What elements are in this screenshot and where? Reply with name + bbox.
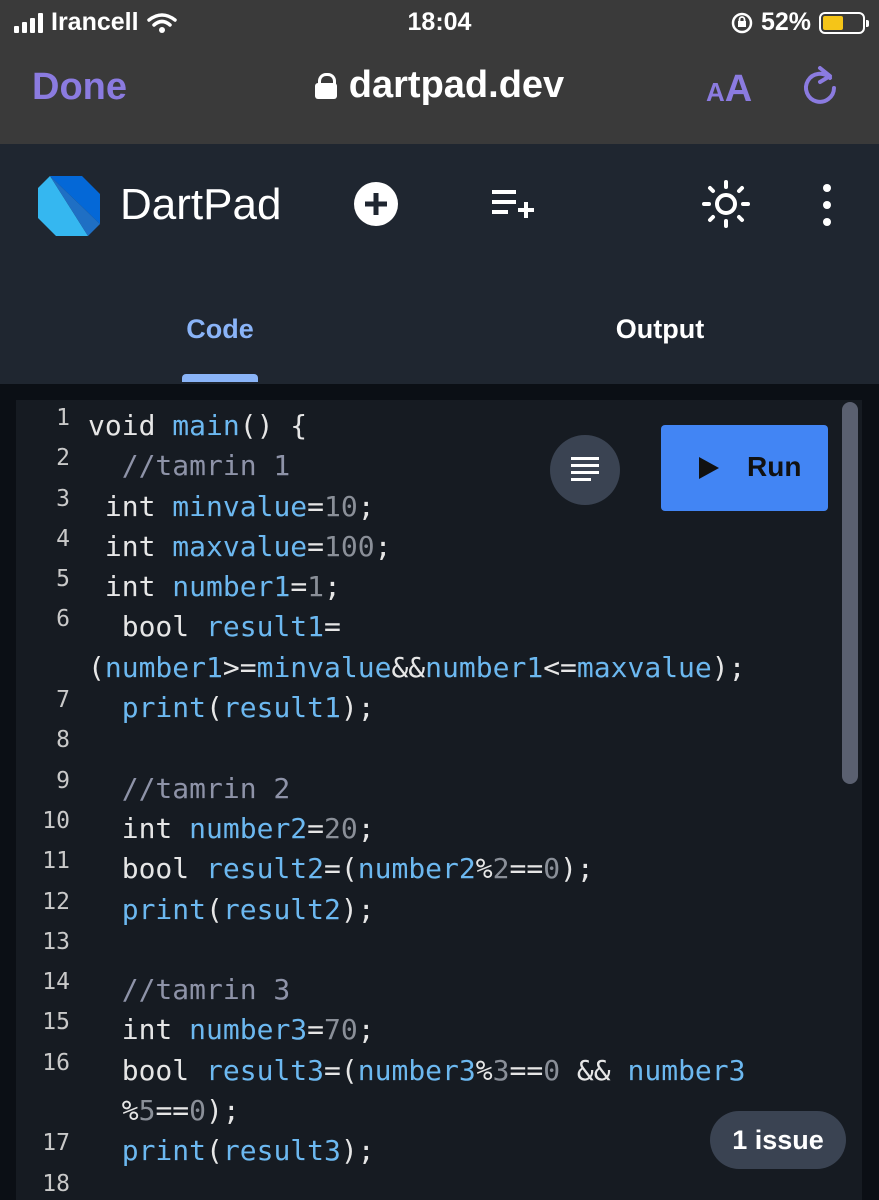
app-header: DartPad Code Output bbox=[0, 144, 879, 384]
code-line[interactable]: 18 bbox=[16, 1171, 862, 1200]
line-number: 18 bbox=[42, 1170, 70, 1197]
code-text: print(result2); bbox=[121, 892, 375, 926]
line-number: 11 bbox=[42, 848, 70, 875]
code-line[interactable]: 15 int number3=70; bbox=[16, 1009, 862, 1050]
text-size-button[interactable]: AA bbox=[706, 68, 752, 111]
code-line[interactable]: 10 int number2=20; bbox=[16, 808, 862, 849]
dart-logo-icon bbox=[38, 176, 100, 236]
issues-badge[interactable]: 1 issue bbox=[710, 1111, 846, 1169]
code-line[interactable]: 6 bool result1= bbox=[16, 606, 862, 647]
new-pad-icon[interactable] bbox=[354, 182, 398, 226]
url-text: dartpad.dev bbox=[348, 64, 565, 106]
line-number: 4 bbox=[56, 525, 70, 552]
reload-icon[interactable] bbox=[800, 64, 840, 108]
line-number: 16 bbox=[42, 1049, 70, 1076]
code-text: print(result1); bbox=[121, 691, 375, 725]
line-number: 17 bbox=[42, 1130, 70, 1157]
tab-output[interactable]: Output bbox=[440, 314, 879, 345]
code-line[interactable]: 11 bool result2=(number2%2==0); bbox=[16, 848, 862, 889]
code-line[interactable]: 12 print(result2); bbox=[16, 889, 862, 930]
carrier-name: Irancell bbox=[51, 8, 139, 36]
code-line[interactable]: 16 bool result3=(number3%3==0 && number3 bbox=[16, 1050, 862, 1091]
wifi-icon bbox=[146, 12, 177, 33]
editor-scrollbar[interactable] bbox=[842, 402, 858, 784]
line-number: 5 bbox=[56, 566, 70, 593]
code-text: (number1>=minvalue&&number1<=maxvalue); bbox=[88, 650, 746, 684]
tab-code[interactable]: Code bbox=[0, 314, 440, 345]
line-number: 1 bbox=[56, 405, 70, 431]
code-line[interactable]: 8 bbox=[16, 727, 862, 768]
code-line[interactable]: (number1>=minvalue&&number1<=maxvalue); bbox=[16, 648, 862, 688]
play-icon bbox=[699, 457, 719, 479]
lock-icon bbox=[314, 72, 337, 99]
code-lines[interactable]: 1 void main() { 2 //tamrin 1 3 int minvalue… bbox=[16, 405, 862, 1200]
line-number: 10 bbox=[42, 807, 70, 834]
code-line[interactable]: 5 int number1=1; bbox=[16, 566, 862, 607]
line-number: 3 bbox=[56, 485, 70, 512]
code-text: bool result2=(number2%2==0); bbox=[121, 852, 594, 886]
code-text: int number2=20; bbox=[121, 811, 375, 845]
code-text: bool result1= bbox=[121, 610, 341, 644]
code-line[interactable]: 7 print(result1); bbox=[16, 687, 862, 728]
code-text: print(result3); bbox=[121, 1134, 375, 1168]
status-bar: Irancell 18:04 52% bbox=[0, 0, 879, 44]
playlist-add-icon[interactable] bbox=[490, 186, 536, 222]
orientation-lock-icon bbox=[731, 12, 753, 33]
code-text: int minvalue=10; bbox=[104, 489, 375, 523]
battery-level bbox=[823, 15, 843, 30]
line-number: 7 bbox=[56, 687, 70, 714]
code-text: //tamrin 2 bbox=[121, 771, 291, 805]
code-line[interactable]: 13 bbox=[16, 929, 862, 970]
active-tab-indicator bbox=[182, 374, 258, 382]
code-text: void main() { bbox=[88, 409, 308, 442]
code-text: //tamrin 1 bbox=[121, 449, 291, 483]
code-text: int number3=70; bbox=[121, 1013, 375, 1047]
line-number: 12 bbox=[42, 888, 70, 915]
browser-toolbar: Done dartpad.dev AA bbox=[0, 44, 879, 144]
run-button[interactable]: Run bbox=[661, 425, 828, 511]
line-number: 15 bbox=[42, 1009, 70, 1036]
line-number: 6 bbox=[56, 606, 70, 633]
app-title: DartPad bbox=[120, 180, 282, 229]
code-line[interactable]: 9 //tamrin 2 bbox=[16, 768, 862, 809]
battery-percent: 52% bbox=[760, 8, 811, 36]
line-number: 13 bbox=[42, 928, 70, 955]
code-text: int number1=1; bbox=[104, 570, 341, 604]
line-number: 14 bbox=[42, 969, 70, 996]
code-text: int maxvalue=100; bbox=[104, 529, 392, 563]
code-editor[interactable]: 1 void main() { 2 //tamrin 1 3 int minvalue… bbox=[16, 400, 862, 1200]
code-text: %5==0); bbox=[88, 1094, 240, 1128]
line-number: 2 bbox=[56, 445, 70, 472]
line-number: 9 bbox=[56, 767, 70, 794]
code-text: //tamrin 3 bbox=[121, 973, 291, 1007]
code-line[interactable]: 4 int maxvalue=100; bbox=[16, 526, 862, 567]
battery-icon bbox=[819, 11, 869, 34]
brightness-icon[interactable] bbox=[702, 180, 750, 228]
editor-tabs: Code Output bbox=[0, 294, 879, 384]
signal-icon bbox=[14, 12, 43, 33]
line-number: 8 bbox=[56, 727, 70, 754]
format-code-button[interactable] bbox=[550, 435, 620, 505]
more-vert-icon[interactable] bbox=[814, 184, 840, 226]
code-text: bool result3=(number3%3==0 && number3 bbox=[121, 1053, 746, 1087]
code-line[interactable]: 14 //tamrin 3 bbox=[16, 969, 862, 1010]
